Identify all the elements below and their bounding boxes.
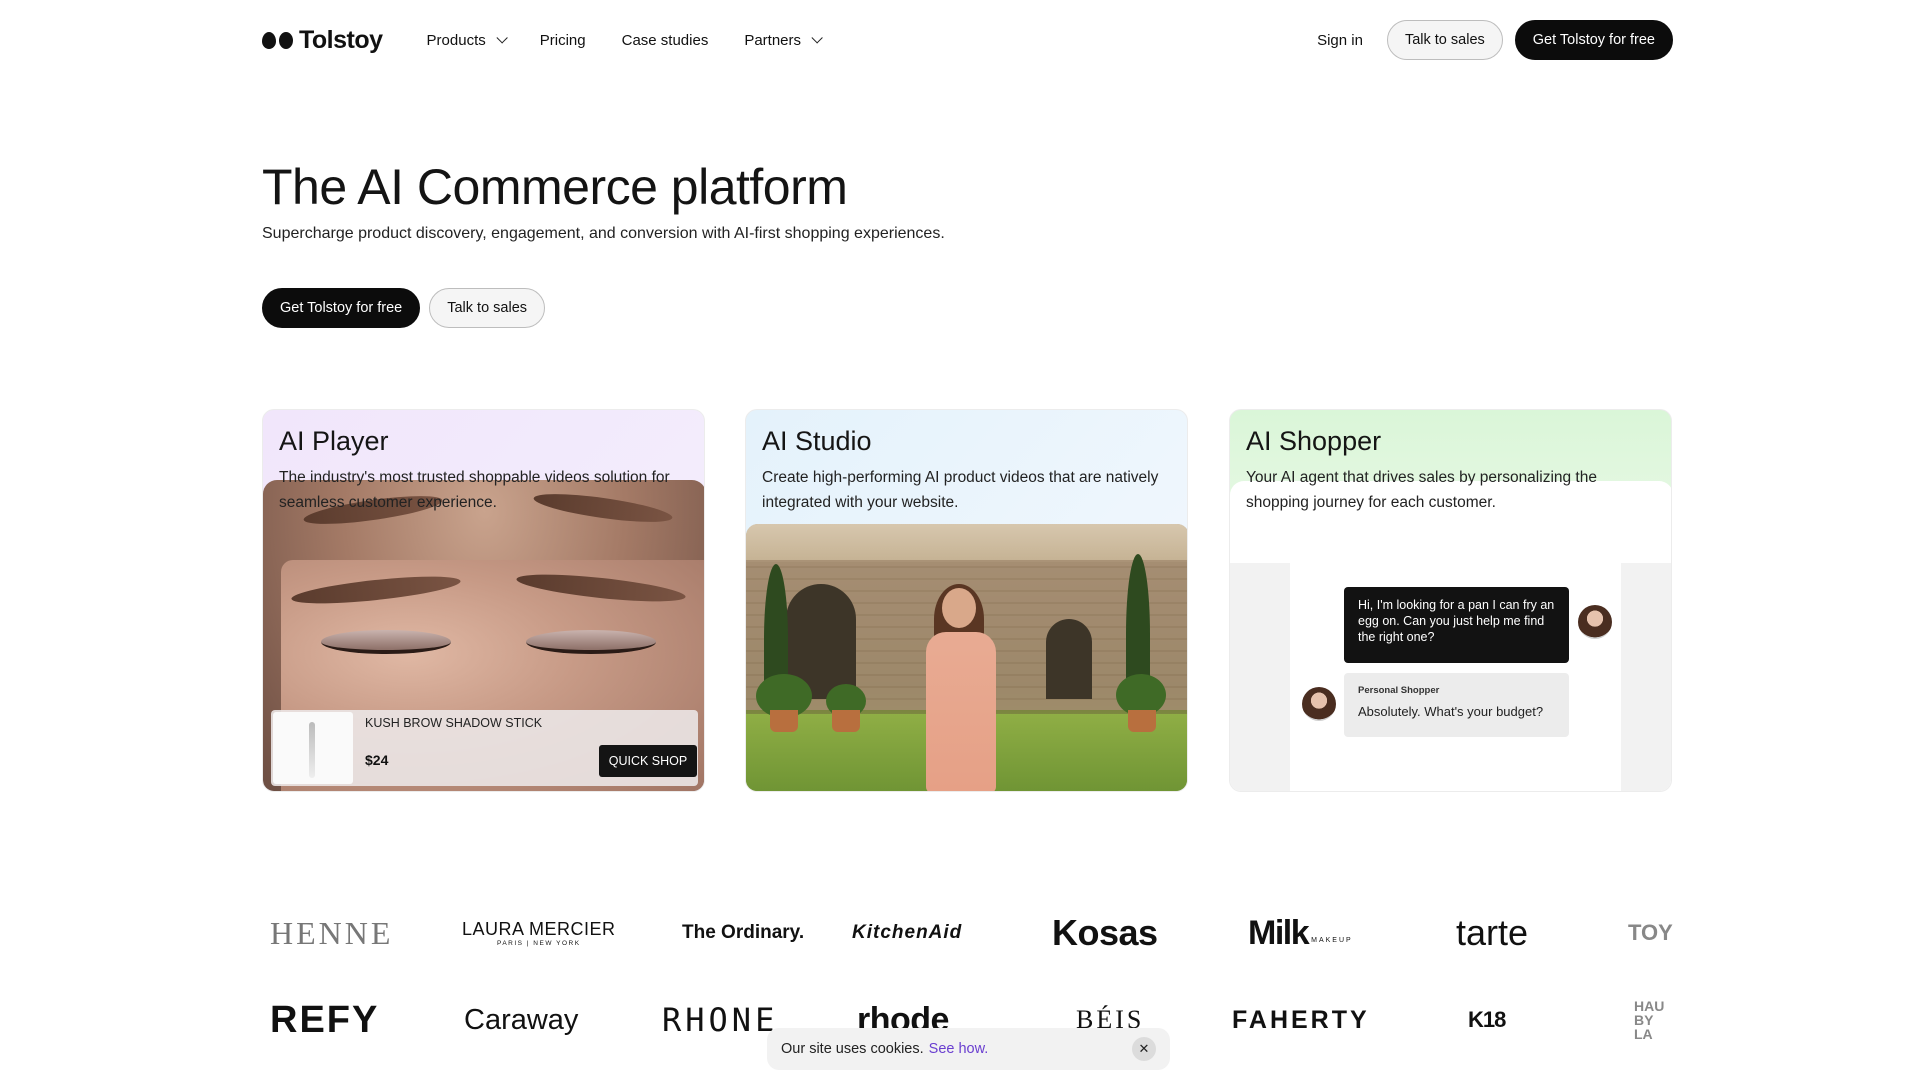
studio-sky xyxy=(746,524,1187,562)
sign-in-link[interactable]: Sign in xyxy=(1317,32,1363,49)
ai-shopper-title: AI Shopper xyxy=(1246,426,1382,456)
nav-pricing[interactable]: Pricing xyxy=(540,32,586,49)
ai-shopper-description: Your AI agent that drives sales by perso… xyxy=(1246,469,1597,511)
ai-player-card[interactable]: AI Player The industry's most trusted sh… xyxy=(262,409,705,792)
brand-logo-milk: Milk MAKEUP xyxy=(1248,903,1353,963)
product-card[interactable]: KUSH BROW SHADOW STICK $24 QUICK SHOP xyxy=(271,710,698,786)
hero-talk-to-sales-button[interactable]: Talk to sales xyxy=(429,288,546,328)
hero-subtitle: Supercharge product discovery, engagemen… xyxy=(262,225,945,242)
nav-partners-label: Partners xyxy=(744,31,802,49)
brand-logo-tarte: tarte xyxy=(1456,912,1529,953)
logo-mark-icon xyxy=(262,31,293,49)
get-tolstoy-free-button[interactable]: Get Tolstoy for free xyxy=(1514,20,1673,60)
laura-mercier-sub: PARIS | NEW YORK xyxy=(496,940,581,947)
brand-logo-rhone: RHONE xyxy=(662,1001,779,1039)
ai-studio-title: AI Studio xyxy=(762,426,872,456)
brand-logo-k18: K18 xyxy=(1468,1007,1506,1032)
talk-to-sales-button[interactable]: Talk to sales xyxy=(1386,20,1503,60)
model-dress xyxy=(926,632,996,791)
pot-shape xyxy=(1128,710,1156,732)
eye-shape xyxy=(321,630,451,654)
cookie-banner: Our site uses cookies. See how. ✕ xyxy=(767,1028,1170,1070)
milk-sub: MAKEUP xyxy=(1311,936,1353,944)
ai-shopper-demo: Hi, I'm looking for a pan I can fry an e… xyxy=(1230,481,1671,791)
model-figure xyxy=(906,584,1016,791)
milk-text: Milk xyxy=(1248,913,1310,952)
ai-studio-description: Create high-performing AI product videos… xyxy=(762,469,1159,511)
nav-case-studies-label: Case studies xyxy=(621,31,709,49)
nav-partners[interactable]: Partners xyxy=(744,31,823,49)
brand-logo-toy: TOY xyxy=(1628,920,1673,945)
product-name: KUSH BROW SHADOW STICK xyxy=(365,716,543,730)
brand-logo-kosas: Kosas xyxy=(1052,912,1158,953)
ai-player-description: The industry's most trusted shoppable vi… xyxy=(279,469,670,511)
brand-logo-hau: HAU BY LA xyxy=(1634,998,1665,1042)
hero-get-free-button[interactable]: Get Tolstoy for free xyxy=(262,288,421,328)
cookie-see-how-link[interactable]: See how. xyxy=(929,1041,989,1057)
brand-logo-laura-mercier: LAURA MERCIER PARIS | NEW YORK xyxy=(462,903,616,963)
nav-products[interactable]: Products xyxy=(426,31,508,49)
eye-shape xyxy=(526,630,656,654)
quick-shop-button[interactable]: QUICK SHOP xyxy=(599,745,697,777)
shopper-avatar xyxy=(1302,687,1336,721)
shopper-message-bubble: Personal Shopper Absolutely. What's your… xyxy=(1344,673,1569,737)
nav-actions: Sign in Talk to sales Get Tolstoy for fr… xyxy=(1317,20,1673,60)
ai-studio-card[interactable]: AI Studio Create high-performing AI prod… xyxy=(745,409,1188,792)
user-message-bubble: Hi, I'm looking for a pan I can fry an e… xyxy=(1344,587,1569,663)
arch-shape xyxy=(1046,619,1092,699)
ai-studio-video[interactable] xyxy=(746,524,1187,791)
product-price: $24 xyxy=(365,752,389,768)
nav-case-studies[interactable]: Case studies xyxy=(622,32,709,49)
brand-logo-faherty: FAHERTY xyxy=(1232,1005,1370,1034)
ai-player-title: AI Player xyxy=(279,426,389,456)
product-thumbnail xyxy=(273,712,353,784)
chevron-down-icon xyxy=(811,32,823,44)
laura-mercier-text: LAURA MERCIER xyxy=(462,919,616,939)
user-avatar xyxy=(1578,605,1612,639)
brand-logos-row-1: HENNE LAURA MERCIER PARIS | NEW YORK The… xyxy=(262,903,1673,963)
model-head xyxy=(942,588,976,628)
brand-logo-caraway: Caraway xyxy=(464,1003,579,1036)
shopper-label: Personal Shopper xyxy=(1358,685,1440,696)
hero-ctas: Get Tolstoy for free Talk to sales xyxy=(262,288,546,328)
hero-title: The AI Commerce platform xyxy=(262,159,848,215)
nav-links: Products Pricing Case studies Partners xyxy=(426,31,823,49)
ai-shopper-card[interactable]: AI Shopper Your AI agent that drives sal… xyxy=(1229,409,1672,792)
brand-logo-henne: HENNE xyxy=(270,914,394,951)
top-nav: Tolstoy Products Pricing Case studies Pa… xyxy=(262,20,1673,60)
tolstoy-logo[interactable]: Tolstoy xyxy=(262,26,383,55)
nav-pricing-label: Pricing xyxy=(539,31,586,49)
brand-logo-the-ordinary: The Ordinary. xyxy=(682,922,805,943)
ai-player-video[interactable]: KUSH BROW SHADOW STICK $24 QUICK SHOP xyxy=(263,480,704,791)
nav-products-label: Products xyxy=(426,31,486,49)
chevron-down-icon xyxy=(496,32,508,44)
brand-logo-kitchenaid: KitchenAid xyxy=(852,922,963,943)
logo-text: Tolstoy xyxy=(299,25,383,54)
brand-logo-refy: REFY xyxy=(270,998,380,1041)
pot-shape xyxy=(832,710,860,732)
brow-shape xyxy=(290,571,462,609)
shopper-message: Absolutely. What's your budget? xyxy=(1358,704,1544,719)
close-icon[interactable]: ✕ xyxy=(1132,1037,1156,1061)
brow-shape xyxy=(515,569,687,607)
cookie-text: Our site uses cookies. xyxy=(781,1041,924,1057)
pot-shape xyxy=(770,710,798,732)
